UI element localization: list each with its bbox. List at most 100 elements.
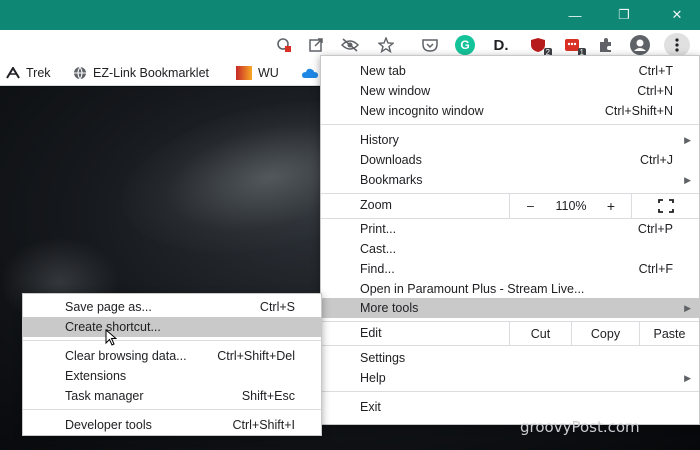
extensions-puzzle-icon[interactable] bbox=[595, 34, 617, 56]
menu-open-in-app[interactable]: Open in Paramount Plus - Stream Live... bbox=[321, 279, 699, 299]
menu-item-shortcut: Ctrl+P bbox=[637, 222, 673, 236]
chrome-menu-button[interactable] bbox=[664, 33, 690, 57]
wu-icon bbox=[236, 66, 252, 80]
menu-item-label: Task manager bbox=[65, 389, 144, 403]
submenu-developer-tools[interactable]: Developer tools Ctrl+Shift+I bbox=[23, 415, 321, 435]
menu-new-window[interactable]: New window Ctrl+N bbox=[321, 81, 699, 101]
pocket-icon[interactable] bbox=[419, 34, 441, 56]
zoom-in-button[interactable]: + bbox=[591, 194, 631, 218]
submenu-save-page[interactable]: Save page as... Ctrl+S bbox=[23, 297, 321, 317]
fullscreen-icon bbox=[657, 199, 674, 213]
profile-avatar-icon[interactable] bbox=[629, 34, 651, 56]
menu-item-shortcut: Ctrl+J bbox=[640, 153, 673, 167]
menu-item-shortcut: Ctrl+S bbox=[259, 300, 295, 314]
bookmark-label: Trek bbox=[26, 66, 51, 80]
menu-item-label: Settings bbox=[360, 351, 406, 365]
menu-item-label: Find... bbox=[360, 262, 395, 276]
submenu-task-manager[interactable]: Task manager Shift+Esc bbox=[23, 386, 321, 406]
menu-item-shortcut: Ctrl+Shift+Del bbox=[217, 349, 295, 363]
menu-item-label: Help bbox=[360, 371, 386, 385]
menu-item-shortcut: Ctrl+F bbox=[638, 262, 673, 276]
fullscreen-button[interactable] bbox=[631, 194, 699, 218]
bookmark-ez-link[interactable]: EZ-Link Bookmarklet bbox=[73, 65, 209, 81]
menu-downloads[interactable]: Downloads Ctrl+J bbox=[321, 150, 699, 170]
bookmark-label: WU bbox=[258, 66, 279, 80]
menu-item-label: Save page as... bbox=[65, 300, 152, 314]
menu-separator bbox=[321, 124, 699, 125]
submenu-create-shortcut[interactable]: Create shortcut... bbox=[23, 317, 321, 337]
globe-icon bbox=[74, 66, 86, 80]
menu-item-label: Zoom bbox=[360, 198, 392, 212]
menu-item-label: Edit bbox=[360, 326, 382, 340]
menu-cast[interactable]: Cast... bbox=[321, 239, 699, 259]
menu-item-label: Open in Paramount Plus - Stream Live... bbox=[360, 282, 585, 296]
ublock-icon[interactable]: 2 bbox=[527, 34, 552, 58]
menu-more-tools[interactable]: More tools ▶ bbox=[321, 298, 699, 318]
menu-item-shortcut: Shift+Esc bbox=[241, 389, 295, 403]
eye-off-icon[interactable] bbox=[339, 34, 361, 56]
trek-icon bbox=[6, 67, 20, 79]
menu-item-label: Bookmarks bbox=[360, 173, 423, 187]
menu-item-label: New incognito window bbox=[360, 104, 484, 118]
title-bar: — ❐ ✕ bbox=[0, 0, 700, 30]
menu-item-label: Exit bbox=[360, 400, 381, 414]
mouse-cursor-icon bbox=[105, 329, 117, 346]
submenu-clear-browsing[interactable]: Clear browsing data... Ctrl+Shift+Del bbox=[23, 346, 321, 366]
menu-separator bbox=[23, 340, 321, 341]
bookmark-star-icon[interactable] bbox=[375, 34, 397, 56]
menu-item-label: Developer tools bbox=[65, 418, 152, 432]
bookmark-label: EZ-Link Bookmarklet bbox=[93, 66, 210, 80]
menu-new-incognito[interactable]: New incognito window Ctrl+Shift+N bbox=[321, 101, 699, 121]
menu-item-label: Cast... bbox=[360, 242, 397, 256]
open-external-icon[interactable] bbox=[305, 34, 327, 56]
zoom-out-button[interactable]: – bbox=[509, 194, 551, 218]
watermark-text: groovyPost.com bbox=[520, 418, 640, 436]
menu-item-label: Print... bbox=[360, 222, 397, 236]
copy-button[interactable]: Copy bbox=[571, 322, 639, 345]
menu-history[interactable]: History ▶ bbox=[321, 130, 699, 150]
grammarly-letter: G bbox=[455, 35, 475, 55]
menu-separator bbox=[23, 409, 321, 410]
menu-separator bbox=[321, 391, 699, 392]
paste-button[interactable]: Paste bbox=[639, 322, 699, 345]
bookmark-trek[interactable]: Trek bbox=[6, 65, 51, 81]
menu-item-label: History bbox=[360, 133, 399, 147]
bookmark-cloud[interactable] bbox=[302, 65, 318, 81]
menu-item-label: Clear browsing data... bbox=[65, 349, 187, 363]
three-dots-icon bbox=[675, 38, 679, 52]
menu-item-label: Downloads bbox=[360, 153, 422, 167]
menu-item-label: New window bbox=[360, 84, 431, 98]
onedrive-cloud-icon bbox=[302, 68, 318, 78]
chrome-main-menu: New tab Ctrl+T New window Ctrl+N New inc… bbox=[320, 55, 700, 425]
dlogo-extension-icon[interactable]: D. bbox=[490, 34, 512, 56]
menu-print[interactable]: Print... Ctrl+P bbox=[321, 219, 699, 239]
maximize-button[interactable]: ❐ bbox=[601, 0, 647, 30]
submenu-extensions[interactable]: Extensions bbox=[23, 366, 321, 386]
cut-button[interactable]: Cut bbox=[509, 322, 571, 345]
submenu-arrow-icon: ▶ bbox=[684, 134, 691, 145]
submenu-arrow-icon: ▶ bbox=[684, 372, 691, 383]
menu-help[interactable]: Help ▶ bbox=[321, 368, 699, 388]
menu-bookmarks[interactable]: Bookmarks ▶ bbox=[321, 170, 699, 190]
menu-item-label: New tab bbox=[360, 64, 406, 78]
submenu-arrow-icon: ▶ bbox=[684, 174, 691, 185]
menu-settings[interactable]: Settings bbox=[321, 348, 699, 368]
menu-item-shortcut: Ctrl+N bbox=[637, 84, 673, 98]
site-permissions-icon[interactable] bbox=[273, 34, 295, 56]
more-tools-submenu: Save page as... Ctrl+S Create shortcut..… bbox=[22, 293, 322, 436]
menu-new-tab[interactable]: New tab Ctrl+T bbox=[321, 61, 699, 81]
menu-exit[interactable]: Exit bbox=[321, 397, 699, 417]
zoom-level: 110% bbox=[555, 199, 587, 213]
menu-separator bbox=[321, 345, 699, 346]
menu-item-shortcut: Ctrl+Shift+N bbox=[604, 104, 673, 118]
bookmark-wu[interactable]: WU bbox=[236, 65, 279, 81]
red-extension-icon[interactable]: 1 bbox=[561, 34, 586, 58]
grammarly-icon[interactable]: G bbox=[454, 34, 476, 56]
menu-item-shortcut: Ctrl+T bbox=[638, 64, 673, 78]
minimize-button[interactable]: — bbox=[552, 0, 598, 30]
submenu-arrow-icon: ▶ bbox=[684, 302, 691, 313]
menu-find[interactable]: Find... Ctrl+F bbox=[321, 259, 699, 279]
close-button[interactable]: ✕ bbox=[654, 0, 700, 30]
menu-item-label: Extensions bbox=[65, 369, 127, 383]
menu-item-shortcut: Ctrl+Shift+I bbox=[232, 418, 295, 432]
